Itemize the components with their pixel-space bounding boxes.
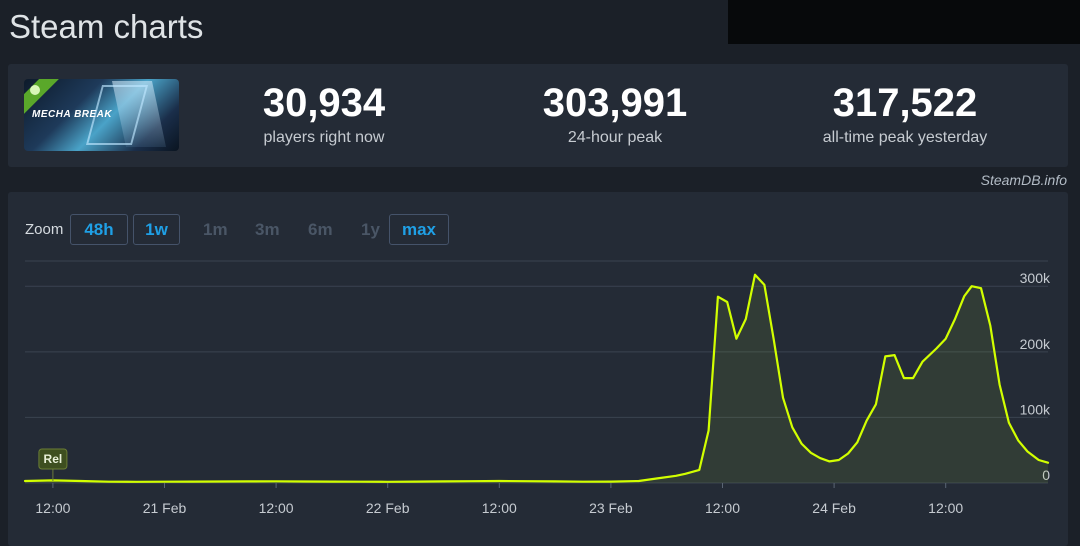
- y-tick-label: 100k: [1020, 401, 1051, 417]
- x-tick-label: 12:00: [928, 500, 963, 516]
- stat-label: 24-hour peak: [567, 129, 663, 146]
- chart-panel: Zoom 48h1w1m3m6m1ymax 0100k200k300k12:00…: [8, 192, 1068, 546]
- redacted-area: [728, 0, 1080, 44]
- x-tick-label: 12:00: [705, 500, 740, 516]
- stat-value: 303,991: [542, 81, 688, 125]
- stats-panel: MECHA BREAK 30,934 players right now 303…: [8, 64, 1068, 167]
- player-count-chart[interactable]: 0100k200k300k12:0021 Feb12:0022 Feb12:00…: [8, 192, 1068, 546]
- x-tick-label: 24 Feb: [812, 500, 856, 516]
- page-title: Steam charts: [9, 8, 204, 45]
- game-capsule-image[interactable]: MECHA BREAK: [24, 79, 179, 151]
- game-logo: MECHA BREAK: [32, 109, 113, 120]
- stat-players-now: 30,934 players right now: [204, 81, 444, 147]
- stat-value: 30,934: [262, 81, 386, 125]
- release-flag-label: Rel: [44, 452, 63, 466]
- stat-all-time-peak: 317,522 all-time peak yesterday: [785, 81, 1025, 147]
- stat-24h-peak: 303,991 24-hour peak: [495, 81, 735, 147]
- x-tick-label: 12:00: [35, 500, 70, 516]
- y-tick-label: 300k: [1020, 270, 1051, 286]
- x-tick-label: 23 Feb: [589, 500, 633, 516]
- stat-label: all-time peak yesterday: [822, 129, 988, 146]
- x-tick-label: 12:00: [259, 500, 294, 516]
- y-tick-label: 200k: [1020, 336, 1051, 352]
- steamdb-credit-link[interactable]: SteamDB.info: [981, 172, 1067, 188]
- x-tick-label: 21 Feb: [143, 500, 187, 516]
- series-area: [25, 274, 1048, 483]
- stat-label: players right now: [263, 129, 385, 146]
- stat-value: 317,522: [832, 81, 978, 125]
- x-tick-label: 12:00: [482, 500, 517, 516]
- x-tick-label: 22 Feb: [366, 500, 410, 516]
- release-badge-icon: [30, 85, 40, 95]
